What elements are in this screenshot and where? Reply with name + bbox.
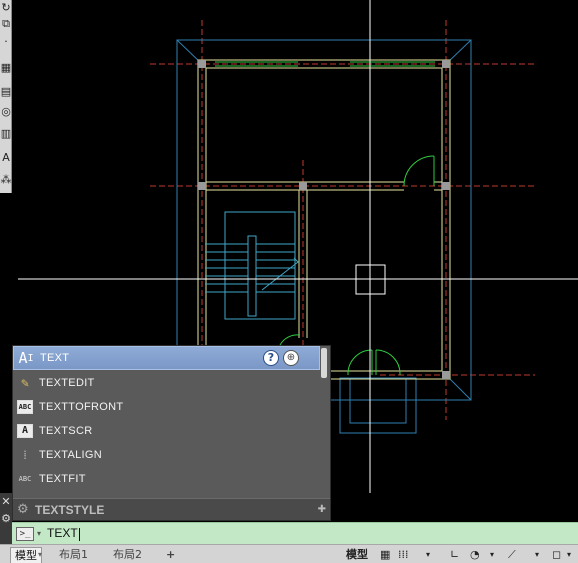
table-icon[interactable]: ▥ [0,126,12,142]
add-layout-button[interactable]: + [162,547,179,563]
isodraft-dropdown-icon[interactable]: ▾ [535,547,539,563]
command-autocomplete-panel: AI TEXT ? ⊕ ✎ TEXTEDIT ABC TEXTTOFRONT A… [12,345,331,521]
autocomplete-item-textedit[interactable]: ✎ TEXTEDIT [13,371,320,395]
command-line[interactable]: >_ ▾ TEXT [12,522,578,544]
autocomplete-item-textalign[interactable]: ⁞ TEXTALIGN [13,443,320,467]
gear-icon: ⚙ [17,502,29,517]
help-icon[interactable]: ? [263,350,279,366]
chevron-down-icon[interactable]: ▾ [37,529,41,538]
object-snap-icon[interactable]: ◻ [552,547,561,563]
ortho-icon[interactable]: ∟ [450,547,459,563]
grid-icon[interactable]: ▦ [380,547,390,563]
status-bar: 模型 ▾ 布局1 布局2 + 模型 ▦ ⁞⁞⁞ ▾ ∟ ◔ ▾ ⟋ ▾ ◻ ▾ [0,544,578,563]
autocomplete-item-texttofront[interactable]: ABC TEXTTOFRONT [13,395,320,419]
autocomplete-scrollbar[interactable] [321,348,327,378]
textedit-icon: ✎ [21,375,29,391]
tab-layout2[interactable]: 布局2 [109,547,146,563]
gradient-icon[interactable]: ▤ [0,84,12,100]
textalign-icon: ⁞ [23,448,27,463]
autocomplete-footer-item[interactable]: ⚙ TEXTSTYLE ✚ [13,498,330,520]
autocomplete-item-textscr[interactable]: A TEXTSCR [13,419,320,443]
object-snap-dropdown-icon[interactable]: ▾ [567,547,571,563]
stair [205,211,299,320]
command-input[interactable]: TEXT [47,526,80,541]
polar-dropdown-icon[interactable]: ▾ [490,547,494,563]
model-space-button[interactable]: 模型 [346,547,368,563]
columns [198,60,450,379]
texttofront-icon: ABC [15,398,35,416]
textfit-icon: ABC [18,475,32,483]
snap-icon[interactable]: ⁞⁞⁞ [398,547,409,563]
wrench-icon[interactable]: ⚙ [0,510,12,527]
point-icon[interactable]: · [0,34,12,50]
mtext-icon[interactable]: A [0,150,12,166]
web-search-icon[interactable]: ⊕ [283,350,299,366]
draw-toolbar: ↻ ⧉ · ▦ ▤ ◎ ▥ A ⁂ [0,0,12,193]
textscr-icon: A [15,422,35,440]
autocomplete-item-text[interactable]: AI TEXT ? ⊕ [13,346,320,370]
panel-side-strip: ✕ ⚙ [0,493,12,544]
close-icon[interactable]: ✕ [0,493,12,510]
rotate-icon[interactable]: ↻ [0,0,12,16]
autocomplete-item-textfit[interactable]: ABC TEXTFIT [13,467,320,491]
hatch-icon[interactable]: ▦ [0,60,12,76]
polar-icon[interactable]: ◔ [470,547,480,563]
copy-icon[interactable]: ⧉ [0,16,12,32]
region-icon[interactable]: ◎ [0,104,12,120]
isodraft-icon[interactable]: ⟋ [508,547,516,563]
pin-icon[interactable]: ✚ [318,504,326,515]
snap-dropdown-icon[interactable]: ▾ [426,547,430,563]
command-prompt-icon[interactable]: >_ [16,526,34,541]
autocomplete-list: AI TEXT ? ⊕ ✎ TEXTEDIT ABC TEXTTOFRONT A… [13,346,330,498]
text-icon: AI [18,349,34,367]
tab-layout1[interactable]: 布局1 [55,547,92,563]
walls [197,59,451,380]
tab-nav-arrow-icon[interactable]: ▾ [38,547,42,563]
insert-icon[interactable]: ⁂ [0,172,12,188]
